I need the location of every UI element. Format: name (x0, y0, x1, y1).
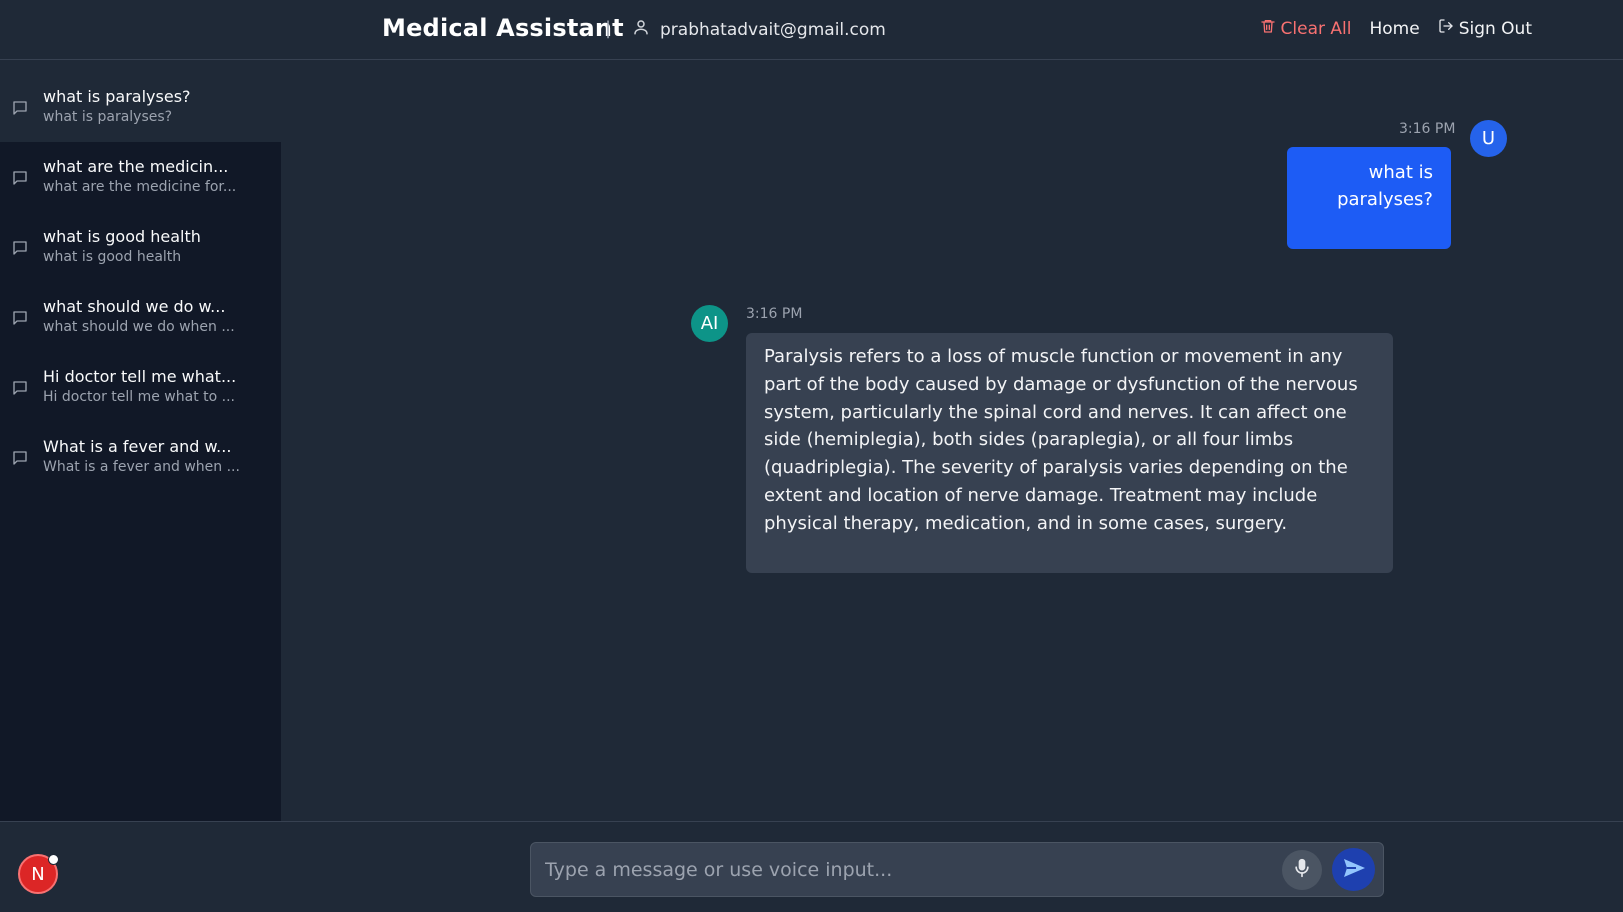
ai-message-bubble: Paralysis refers to a loss of muscle fun… (746, 333, 1393, 573)
message-square-icon (11, 449, 29, 467)
conversation-sidebar: what is paralyses? what is paralyses? wh… (0, 60, 281, 821)
app-title: Medical Assistant (382, 14, 624, 42)
header-nav: Clear All Home Sign Out (1260, 18, 1532, 39)
sign-out-icon (1438, 18, 1454, 39)
user-icon (632, 18, 650, 41)
message-square-icon (11, 239, 29, 257)
top-header: Medical Assistant | prabhatadvait@gmail.… (0, 0, 1623, 60)
composer (530, 842, 1384, 897)
conversation-preview: what is good health (43, 249, 182, 265)
conversation-item[interactable]: Hi doctor tell me what... Hi doctor tell… (0, 352, 281, 422)
conversation-title: what is good health (43, 227, 201, 246)
message-square-icon (11, 379, 29, 397)
conversation-title: Hi doctor tell me what... (43, 367, 237, 386)
ai-avatar: AI (691, 305, 728, 342)
notification-dot (48, 854, 59, 865)
conversation-item[interactable]: what is good health what is good health (0, 212, 281, 282)
conversation-title: what are the medicin... (43, 157, 229, 176)
ai-message-time: 3:16 PM (746, 306, 803, 322)
composer-footer: N (0, 821, 1623, 912)
clear-all-button[interactable]: Clear All (1260, 18, 1352, 39)
user-message-time: 3:16 PM (1399, 121, 1456, 137)
header-separator: | (605, 18, 612, 39)
message-square-icon (11, 309, 29, 327)
conversation-title: What is a fever and w... (43, 437, 232, 456)
home-link[interactable]: Home (1369, 19, 1419, 39)
conversation-item[interactable]: What is a fever and w... What is a fever… (0, 422, 281, 492)
send-icon (1342, 856, 1366, 884)
voice-input-button[interactable] (1282, 850, 1322, 890)
trash-icon (1260, 18, 1276, 39)
sidebar-top-strip (0, 60, 281, 72)
conversation-preview: What is a fever and when ... (43, 459, 240, 475)
conversation-preview: what should we do when ... (43, 319, 235, 335)
conversation-title: what should we do w... (43, 297, 226, 316)
sign-out-label: Sign Out (1458, 18, 1532, 39)
message-input[interactable] (545, 853, 1245, 887)
conversation-preview: what are the medicine for... (43, 179, 237, 195)
conversation-item[interactable]: what is paralyses? what is paralyses? (0, 72, 281, 142)
message-square-icon (11, 169, 29, 187)
sign-out-button[interactable]: Sign Out (1438, 18, 1532, 39)
user-message-bubble: what is paralyses? (1287, 147, 1451, 249)
microphone-icon (1292, 857, 1312, 883)
clear-all-label: Clear All (1280, 18, 1352, 39)
conversation-item[interactable]: what should we do w... what should we do… (0, 282, 281, 352)
conversation-preview: what is paralyses? (43, 109, 173, 125)
user-email: prabhatadvait@gmail.com (660, 19, 886, 40)
user-avatar: U (1470, 120, 1507, 157)
current-user: prabhatadvait@gmail.com (632, 18, 886, 41)
send-button[interactable] (1332, 848, 1375, 891)
message-square-icon (11, 99, 29, 117)
conversation-preview: Hi doctor tell me what to ... (43, 389, 236, 405)
conversation-title: what is paralyses? (43, 87, 191, 106)
conversation-item[interactable]: what are the medicin... what are the med… (0, 142, 281, 212)
